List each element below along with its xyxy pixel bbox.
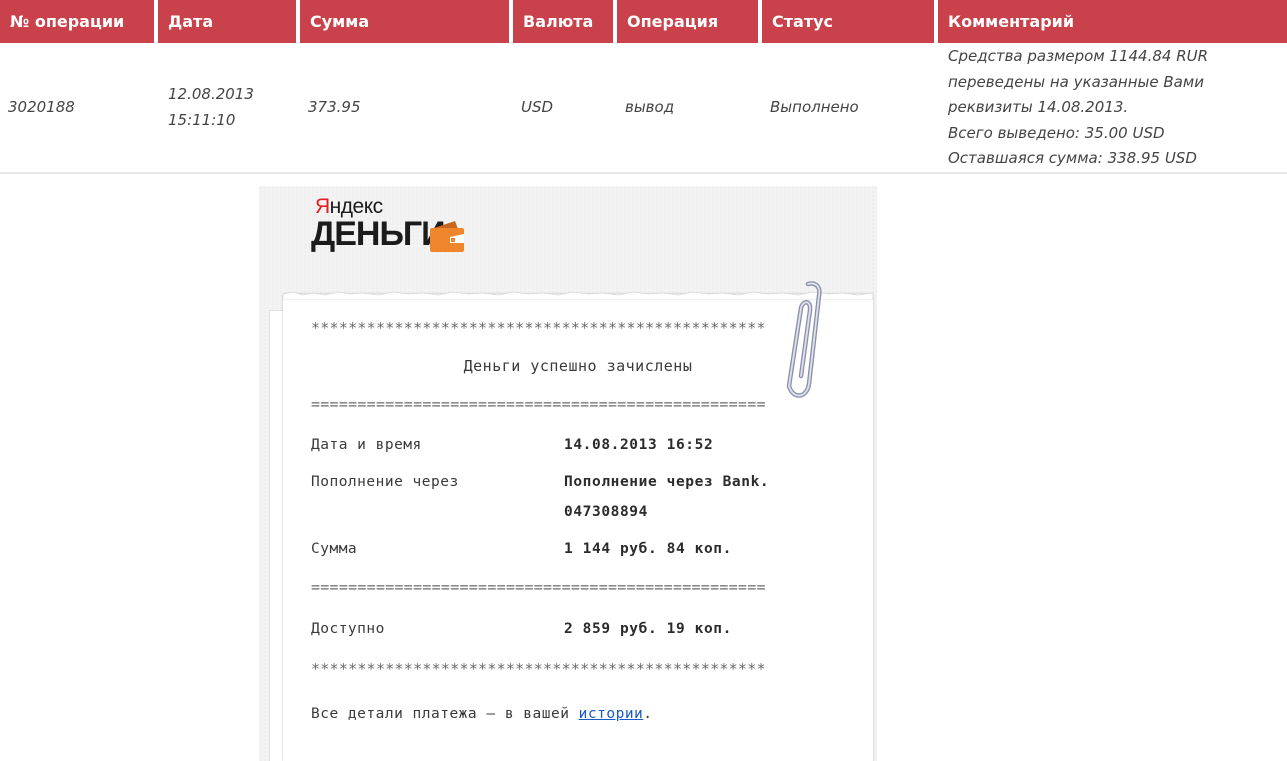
label-topup-via: Пополнение через [311,474,459,490]
logo-money-text: ДЕНЬГИ [311,215,446,253]
operations-table: № операции Дата Сумма Валюта Операция Ст… [0,0,1287,174]
equals-divider: ========================================… [311,395,766,413]
header-date[interactable]: Дата [158,0,300,43]
yandex-money-logo: Яндекс ДЕНЬГИ [311,195,511,265]
header-comment[interactable]: Комментарий [938,0,1287,43]
header-currency[interactable]: Валюта [513,0,617,43]
comment-line: Оставшаяся сумма: 338.95 USD [948,149,1197,167]
label-datetime: Дата и время [311,437,422,453]
footer-text: Все детали платежа — в вашей [311,706,579,722]
paperclip-icon [786,281,822,398]
equals-divider: ========================================… [311,578,766,596]
cell-operation: вывод [617,43,762,174]
cell-comment: Средства размером 1144.84 RUR переведены… [938,43,1287,174]
receipt-footer: Все детали платежа — в вашей истории. [311,706,653,722]
comment-line: Всего выведено: 35.00 USD [948,123,1165,142]
cell-operation-number: 3020188 [0,43,158,174]
comment-line: Средства размером 1144.84 RUR [948,47,1209,65]
cell-date-day: 12.08.2013 [168,85,254,104]
value-topup-via: Пополнение через Bank. [564,474,770,490]
stars-divider: ****************************************… [311,319,766,337]
wallet-icon [430,221,464,252]
header-operation-number[interactable]: № операции [0,0,158,43]
label-available: Доступно [311,621,385,637]
label-sum: Сумма [311,541,358,557]
cell-amount: 373.95 [300,43,513,174]
table-row: 3020188 12.08.2013 15:11:10 373.95 USD в… [0,43,1287,174]
cell-currency: USD [513,43,617,174]
value-sum: 1 144 руб. 84 коп. [564,541,732,557]
header-amount[interactable]: Сумма [300,0,513,43]
header-operation[interactable]: Операция [617,0,762,43]
table-header-row: № операции Дата Сумма Валюта Операция Ст… [0,0,1287,43]
value-topup-account: 047308894 [564,504,648,520]
comment-line: реквизиты 14.08.2013. [948,98,1129,116]
header-status[interactable]: Статус [762,0,938,43]
value-datetime: 14.08.2013 16:52 [564,437,714,453]
cell-status: Выполнено [762,43,938,174]
stars-divider: ****************************************… [311,660,766,678]
comment-line: переведены на указанные Вами [948,72,1204,91]
payment-receipt: Яндекс ДЕНЬГИ **************************… [259,186,877,761]
history-link[interactable]: истории [579,706,644,722]
footer-period: . [643,706,653,722]
cell-date-time: 15:11:10 [168,111,236,130]
cell-date: 12.08.2013 15:11:10 [158,43,300,174]
value-available: 2 859 руб. 19 коп. [564,621,732,637]
